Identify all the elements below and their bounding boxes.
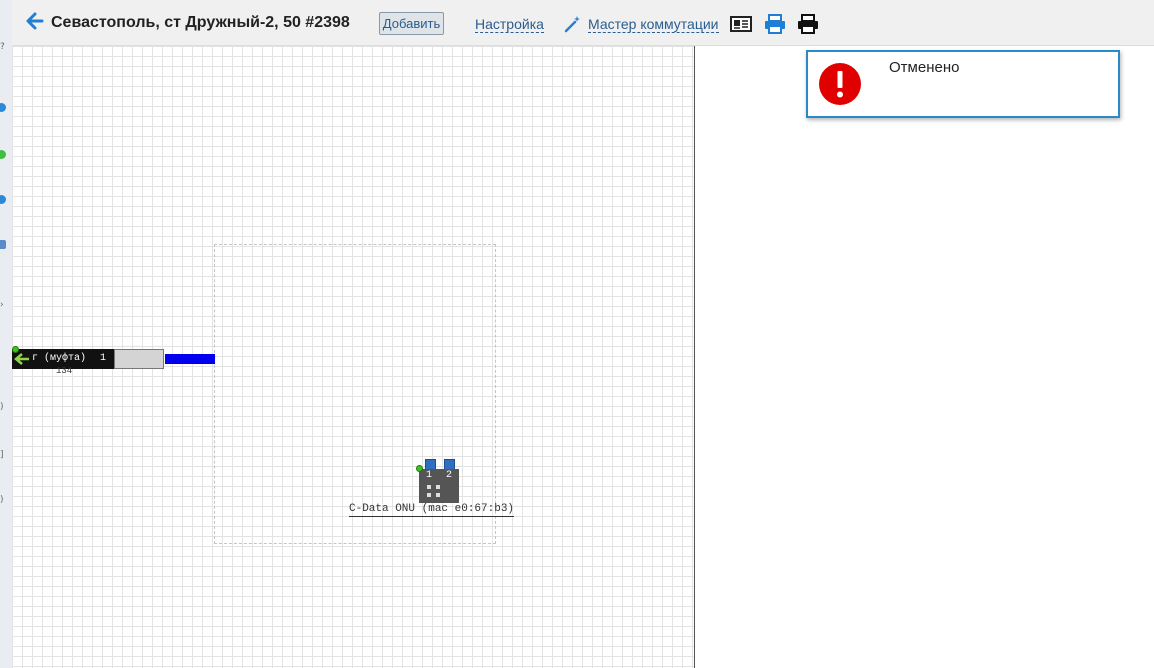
wand-icon[interactable] [564,15,582,33]
sidebar-glyph: › [0,300,4,310]
sidebar-green-icon[interactable] [0,150,6,159]
add-button[interactable]: Добавить [379,12,444,35]
fiber-line[interactable] [165,354,215,364]
printer-blue-icon[interactable] [763,14,787,34]
sidebar-blue-icon[interactable] [0,103,6,112]
sidebar-glyph: ] [0,450,4,460]
onu-indicator [427,485,431,489]
notification-text: Отменено [889,59,960,76]
cable-fiber-box[interactable] [114,349,164,369]
connection-point[interactable] [12,346,19,353]
sidebar-tool-icon[interactable] [0,240,6,249]
printer-black-icon[interactable] [796,14,820,34]
sidebar-glyph: ) [0,402,4,412]
settings-link[interactable]: Настройка [475,16,544,33]
sidebar-glyph: ) [0,495,4,505]
notification-toast[interactable]: Отменено [806,50,1120,118]
sidebar-blue-icon[interactable] [0,195,6,204]
arrow-left-icon [14,353,29,365]
cable-fiber-number: 1 [100,353,107,364]
back-arrow-icon[interactable] [24,9,44,33]
card-icon[interactable] [729,14,753,34]
onu-port-number: 1 [426,470,433,481]
scheme-canvas[interactable]: г (муфта) 1 134 1 2 C-Data ONU (mac e0:6… [12,46,695,668]
onu-port-number: 2 [446,470,453,481]
error-icon [819,63,861,105]
cable-sublabel: 134 [56,366,73,376]
toolbar: Севастополь, ст Дружный-2, 50 #2398 Доба… [12,0,1154,46]
onu-connection-point[interactable] [416,465,423,472]
page-title: Севастополь, ст Дружный-2, 50 #2398 [51,14,350,31]
sidebar-glyph: ? [0,42,5,52]
onu-indicator [427,493,431,497]
onu-indicator [436,485,440,489]
onu-indicator [436,493,440,497]
wizard-link[interactable]: Мастер коммутации [588,16,719,33]
onu-label[interactable]: C-Data ONU (mac e0:67:b3) [349,503,515,517]
